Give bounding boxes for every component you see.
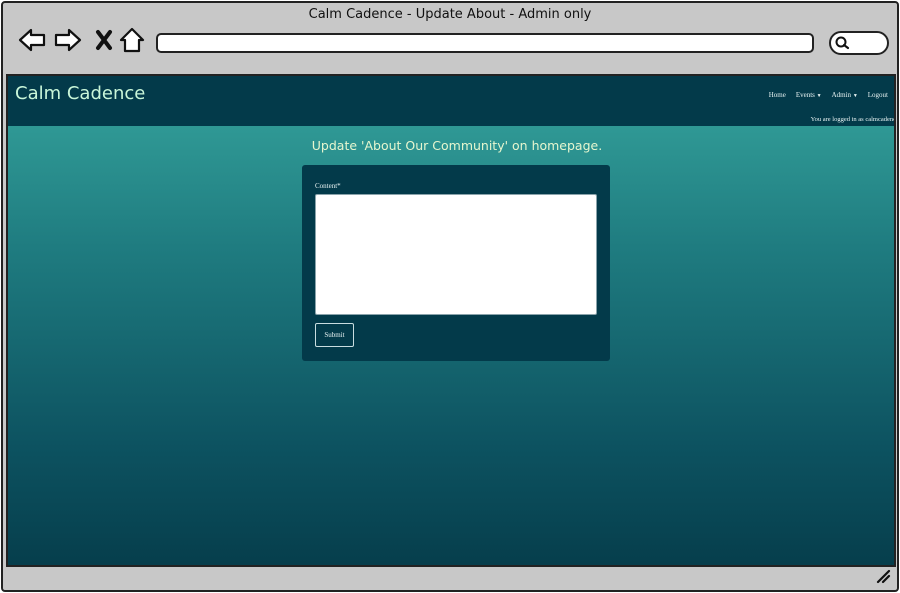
nav-events-dropdown[interactable]: Events ▼ [796,91,822,99]
caret-down-icon: ▼ [852,94,858,99]
forward-arrow-icon[interactable] [53,25,83,55]
nav-logout[interactable]: Logout [868,91,888,99]
update-about-form: Content* Submit [302,165,610,361]
back-arrow-icon[interactable] [17,25,47,55]
site-navbar: Calm Cadence Home Events ▼ Admin ▼ Logou… [8,76,894,126]
nav-home[interactable]: Home [769,91,786,99]
window-title: Calm Cadence - Update About - Admin only [308,7,592,22]
caret-down-icon: ▼ [816,94,822,99]
brand-logo[interactable]: Calm Cadence [15,83,145,104]
nav-links: Home Events ▼ Admin ▼ Logout [769,91,888,99]
page-title: Update 'About Our Community' on homepage… [311,138,603,153]
address-bar[interactable] [156,33,814,53]
page-viewport: Calm Cadence Home Events ▼ Admin ▼ Logou… [6,74,896,567]
close-icon[interactable] [89,25,119,55]
content-textarea[interactable] [315,194,597,315]
content-label: Content* [315,182,341,190]
home-icon[interactable] [117,25,147,55]
resize-grip-icon[interactable] [875,568,891,584]
browser-window: Calm Cadence - Update About - Admin only… [1,1,899,592]
search-box[interactable] [829,31,889,55]
nav-admin-dropdown[interactable]: Admin ▼ [832,91,858,99]
search-icon [835,36,850,50]
submit-button[interactable]: Submit [315,323,354,347]
logged-in-status: You are logged in as calmcadenc [810,116,896,123]
